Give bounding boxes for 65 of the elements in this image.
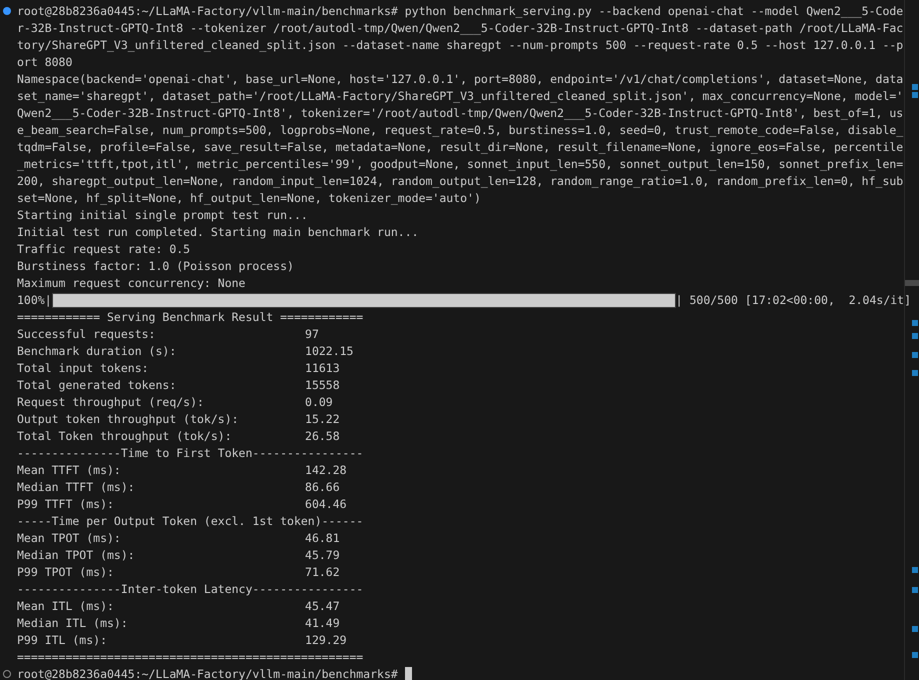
ruler-mark bbox=[912, 626, 918, 632]
metric-label: Total generated tokens: bbox=[17, 377, 178, 394]
output-line: _metrics='ttft,tpot,itl', metric_percentiles='99', goodput=None, sonnet_input_len=550, sonnet_output_len=150, sonnet_prefix_len= bbox=[17, 156, 904, 173]
metric-label: Total input tokens: bbox=[17, 360, 150, 377]
metric-label: Mean TPOT (ms): bbox=[17, 530, 122, 547]
metric-label: Mean ITL (ms): bbox=[17, 598, 115, 615]
output-line: Namespace(backend='openai-chat', base_url=None, host='127.0.0.1', port=8080, endpoint='/v1/chat/completions', dataset=None, data bbox=[17, 71, 904, 88]
output-line: 200, sharegpt_output_len=None, random_input_len=1024, random_output_len=128, random_range_ratio=1.0, random_prefix_len=0, hf_sub bbox=[17, 173, 904, 190]
ruler-mark bbox=[912, 352, 918, 358]
metric-label: Benchmark duration (s): bbox=[17, 343, 178, 360]
output-line: -----Time per Output Token (excl. 1st token)------ bbox=[17, 513, 364, 530]
output-line: ---------------Time to First Token---------------- bbox=[17, 445, 364, 462]
metric-value: 1022.15 bbox=[305, 343, 354, 360]
metric-value: 604.46 bbox=[305, 496, 347, 513]
metric-label: Median TPOT (ms): bbox=[17, 547, 136, 564]
ruler-mark bbox=[912, 333, 918, 339]
metric-label: P99 TPOT (ms): bbox=[17, 564, 115, 581]
output-line: ort 8080 bbox=[17, 54, 72, 71]
output-line: Initial test run completed. Starting main benchmark run... bbox=[17, 224, 419, 241]
metric-value: 15558 bbox=[305, 377, 340, 394]
metric-label: Output token throughput (tok/s): bbox=[17, 411, 240, 428]
ruler-mark bbox=[912, 567, 918, 573]
metric-value: 86.66 bbox=[305, 479, 340, 496]
command-line: root@28b8236a0445:~/LLaMA-Factory/vllm-main/benchmarks# python benchmark_serving.py --backend openai-chat --model Qwen2___5-Code bbox=[17, 3, 904, 20]
metric-label: P99 ITL (ms): bbox=[17, 632, 108, 649]
metric-label: Request throughput (req/s): bbox=[17, 394, 205, 411]
metric-label: Median ITL (ms): bbox=[17, 615, 129, 632]
output-line: Maximum request concurrency: None bbox=[17, 275, 246, 292]
output-line: ================================================== bbox=[17, 649, 364, 666]
ruler-mark bbox=[912, 652, 918, 658]
output-line: e_beam_search=False, num_prompts=500, logprobs=None, request_rate=0.5, burstiness=1.0, seed=0, trust_remote_code=False, disable_ bbox=[17, 122, 904, 139]
output-line: tqdm=False, profile=False, save_result=False, metadata=None, result_dir=None, result_filename=None, ignore_eos=False, percentile bbox=[17, 139, 904, 156]
progress-percent: 100%| bbox=[17, 292, 52, 309]
metric-value: 129.29 bbox=[305, 632, 347, 649]
metric-value: 46.81 bbox=[305, 530, 340, 547]
metric-value: 97 bbox=[305, 326, 319, 343]
ruler-mark bbox=[912, 370, 918, 376]
metric-label: P99 TTFT (ms): bbox=[17, 496, 115, 513]
metric-label: Total Token throughput (tok/s): bbox=[17, 428, 233, 445]
output-line: Traffic request rate: 0.5 bbox=[17, 241, 190, 258]
output-line: tory/ShareGPT_V3_unfiltered_cleaned_split.json --dataset-name sharegpt --num-prompts 500 --request-rate 0.5 --host 127.0.0.1 --p bbox=[17, 37, 904, 54]
metric-value: 71.62 bbox=[305, 564, 340, 581]
metric-value: 15.22 bbox=[305, 411, 340, 428]
metric-label: Median TTFT (ms): bbox=[17, 479, 136, 496]
metric-value: 45.79 bbox=[305, 547, 340, 564]
output-line: Starting initial single prompt test run... bbox=[17, 207, 308, 224]
output-line: set=None, hf_split=None, hf_output_len=None, tokenizer_mode='auto') bbox=[17, 190, 481, 207]
metric-value: 142.28 bbox=[305, 462, 347, 479]
metric-value: 0.09 bbox=[305, 394, 333, 411]
ruler-mark bbox=[912, 587, 918, 593]
output-line: r-32B-Instruct-GPTQ-Int8 --tokenizer /root/autodl-tmp/Qwen/Qwen2___5-Coder-32B-Instruct-GPTQ-Int8 --dataset-path /root/LLaMA-Fac bbox=[17, 20, 904, 37]
metric-value: 41.49 bbox=[305, 615, 340, 632]
output-line: Burstiness factor: 1.0 (Poisson process) bbox=[17, 258, 294, 275]
metric-value: 26.58 bbox=[305, 428, 340, 445]
progress-status: | 500/500 [17:02<00:00, 2.04s/it] bbox=[676, 292, 912, 309]
metric-value: 11613 bbox=[305, 360, 340, 377]
metric-label: Mean TTFT (ms): bbox=[17, 462, 122, 479]
output-line: ---------------Inter-token Latency---------------- bbox=[17, 581, 364, 598]
metric-label: Successful requests: bbox=[17, 326, 156, 343]
metric-value: 45.47 bbox=[305, 598, 340, 615]
output-line: Qwen2___5-Coder-32B-Instruct-GPTQ-Int8', tokenizer='/root/autodl-tmp/Qwen/Qwen2___5-Coder-32B-Instruct-GPTQ-Int8', best_of=1, us bbox=[17, 105, 904, 122]
scrollbar-thumb[interactable] bbox=[905, 280, 919, 286]
output-line: set_name='sharegpt', dataset_path='/root/LLaMA-Factory/ShareGPT_V3_unfiltered_cleaned_split.json', max_concurrency=None, model=' bbox=[17, 88, 904, 105]
ruler-mark bbox=[912, 320, 918, 326]
output-line: ============ Serving Benchmark Result ============ bbox=[17, 309, 364, 326]
